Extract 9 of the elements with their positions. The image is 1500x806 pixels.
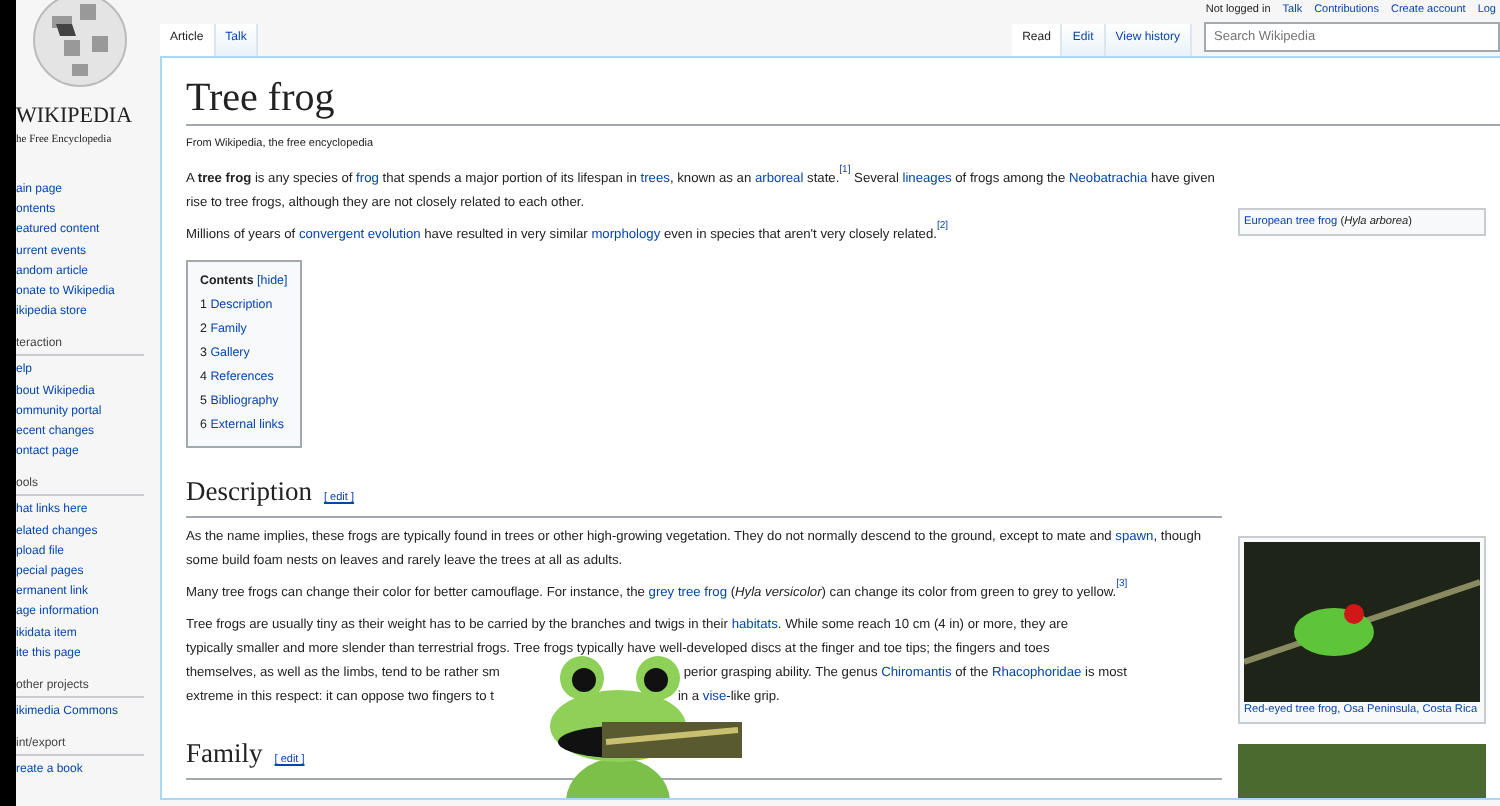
wordmark: WIKIPEDIA [16, 104, 133, 128]
section-heading: Description [186, 474, 312, 511]
section-heading: Family [186, 736, 263, 773]
reference-link[interactable]: [1] [839, 163, 851, 176]
globe-logo-icon[interactable] [32, 0, 128, 92]
reference-link[interactable]: [3] [1116, 577, 1128, 590]
article-title: Tree frog [186, 74, 1500, 126]
reference-link[interactable]: [2] [936, 219, 949, 232]
frog-photo-placeholder[interactable] [1244, 542, 1480, 703]
